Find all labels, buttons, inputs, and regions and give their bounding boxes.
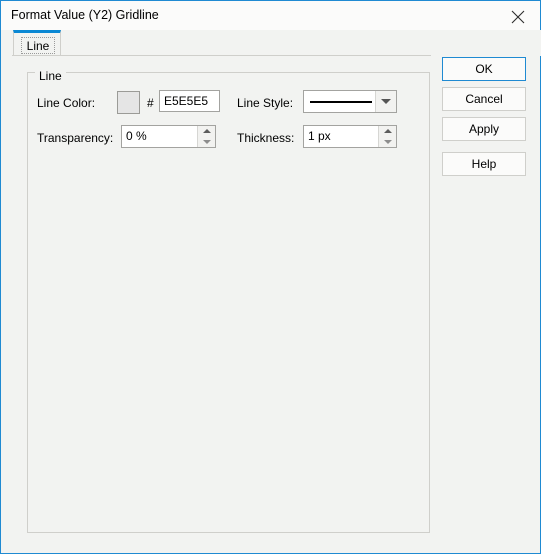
line-group-legend: Line [35, 69, 66, 83]
thickness-spin-buttons [378, 126, 396, 147]
transparency-spinner[interactable] [121, 125, 216, 148]
apply-button[interactable]: Apply [442, 117, 526, 141]
triangle-up-icon [384, 129, 392, 133]
close-icon [511, 10, 525, 24]
tab-strip: Line [2, 30, 541, 56]
thickness-input[interactable] [308, 126, 368, 147]
tab-line-label: Line [21, 37, 55, 54]
thickness-increment-button[interactable] [379, 126, 396, 136]
transparency-spin-buttons [197, 126, 215, 147]
thickness-spinner[interactable] [303, 125, 397, 148]
line-style-dropdown[interactable] [303, 90, 397, 113]
close-button[interactable] [496, 1, 540, 30]
line-color-swatch[interactable] [117, 91, 140, 114]
transparency-input[interactable] [126, 126, 186, 147]
thickness-decrement-button[interactable] [379, 137, 396, 147]
triangle-up-icon [203, 129, 211, 133]
triangle-down-icon [384, 140, 392, 144]
line-color-hex-input[interactable] [159, 90, 220, 112]
chevron-down-icon[interactable] [375, 91, 396, 112]
tab-page-divider [12, 55, 431, 59]
triangle-down-icon [203, 140, 211, 144]
ok-button[interactable]: OK [442, 57, 526, 81]
dialog-title: Format Value (Y2) Gridline [11, 8, 159, 22]
line-color-label: Line Color: [37, 96, 96, 110]
transparency-increment-button[interactable] [198, 126, 215, 136]
format-gridline-dialog: Format Value (Y2) Gridline Line Line Lin… [0, 0, 541, 554]
line-style-label: Line Style: [237, 96, 294, 110]
tab-line[interactable]: Line [13, 30, 61, 56]
line-style-preview [310, 101, 372, 103]
transparency-label: Transparency: [37, 131, 114, 145]
chevron-down-glyph [381, 99, 391, 104]
hex-hash-label: # [147, 96, 154, 110]
help-button[interactable]: Help [442, 152, 526, 176]
dialog-titlebar: Format Value (Y2) Gridline [1, 1, 540, 30]
thickness-label: Thickness: [237, 131, 295, 145]
transparency-decrement-button[interactable] [198, 137, 215, 147]
cancel-button[interactable]: Cancel [442, 87, 526, 111]
